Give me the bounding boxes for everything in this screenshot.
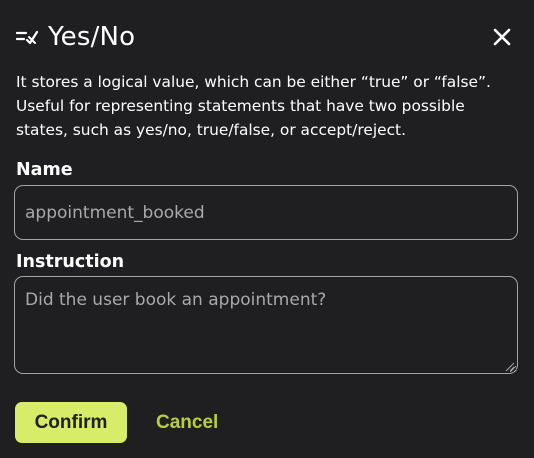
resize-grip-icon[interactable]	[504, 361, 515, 372]
close-icon	[493, 28, 511, 46]
dialog-title: Yes/No	[48, 22, 136, 52]
close-button[interactable]	[488, 23, 516, 51]
name-input[interactable]	[14, 185, 518, 240]
confirm-button[interactable]: Confirm	[15, 402, 127, 443]
dialog-description: It stores a logical value, which can be …	[16, 73, 491, 139]
instruction-label: Instruction	[16, 252, 125, 272]
yes-no-dialog: Yes/No It stores a logical value, which …	[0, 0, 534, 458]
instruction-textarea[interactable]: Did the user book an appointment?	[14, 276, 518, 374]
cancel-button[interactable]: Cancel	[156, 402, 218, 443]
checklist-cross-icon	[16, 27, 38, 47]
name-label: Name	[16, 160, 73, 180]
dialog-header: Yes/No	[16, 20, 518, 54]
